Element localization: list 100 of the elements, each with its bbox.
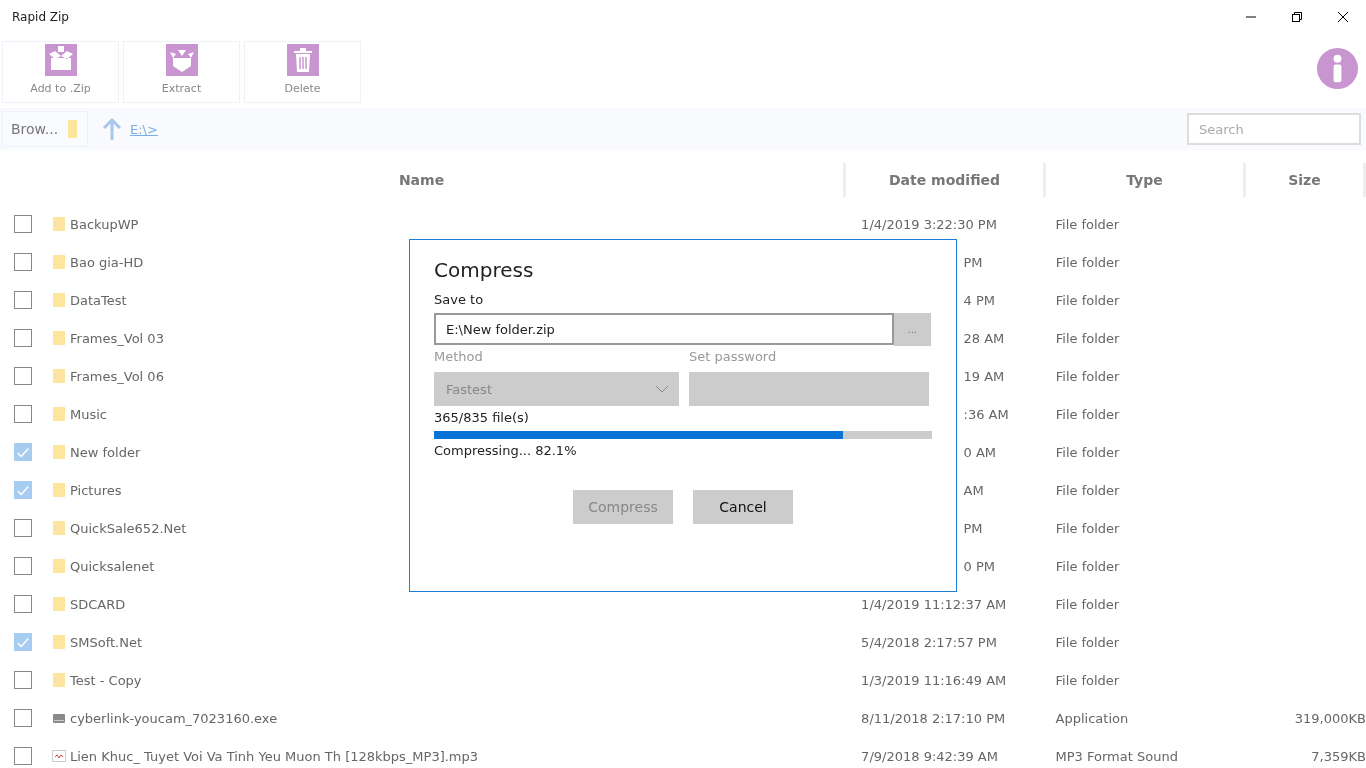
checkbox[interactable]: [14, 405, 32, 423]
toolbar-button[interactable]: Extract: [123, 41, 240, 103]
date-cell: 1/4/2019 3:22:30 PM: [861, 216, 997, 232]
file-name[interactable]: Quicksalenet: [70, 558, 155, 574]
size-cell: 7,359KB: [1311, 748, 1366, 764]
folder-icon: [52, 558, 66, 574]
checkbox[interactable]: [14, 481, 32, 499]
open-box-icon: [165, 44, 198, 76]
checkbox[interactable]: [14, 253, 32, 271]
checkbox[interactable]: [14, 519, 32, 537]
date-cell: 1/4/2019 11:12:37 AM: [861, 596, 1007, 612]
checkbox[interactable]: [14, 747, 32, 765]
type-cell: File folder: [1055, 482, 1120, 498]
file-name[interactable]: Frames_Vol 03: [70, 330, 164, 346]
trash-icon: [286, 44, 319, 76]
type-cell: Application: [1055, 710, 1129, 726]
file-name[interactable]: Pictures: [70, 482, 122, 498]
date-cell: AM: [963, 482, 984, 498]
file-name[interactable]: New folder: [70, 444, 141, 460]
date-cell: 0 PM: [963, 558, 995, 574]
password-field[interactable]: [689, 372, 929, 406]
date-cell: PM: [963, 254, 983, 270]
checkbox[interactable]: [14, 709, 32, 727]
field-label: Set password: [689, 349, 778, 364]
type-cell: File folder: [1055, 634, 1120, 650]
file-name[interactable]: Lien Khuc_ Tuyet Voi Va Tinh Yeu Muon Th [128kbps_MP3].mp3: [70, 748, 479, 764]
checkbox[interactable]: [14, 367, 32, 385]
folder-icon: [52, 482, 66, 498]
folder-icon: [52, 368, 66, 384]
column-header[interactable]: Type: [1046, 163, 1246, 197]
window-title: Rapid Zip: [12, 10, 69, 24]
file-name[interactable]: Music: [70, 406, 107, 422]
type-cell: File folder: [1055, 596, 1120, 612]
file-name[interactable]: SMSoft.Net: [70, 634, 143, 650]
column-header[interactable]: Date modified: [846, 163, 1046, 197]
save-path-field[interactable]: E:\New folder.zip: [434, 313, 894, 345]
file-name[interactable]: cyberlink-youcam_7023160.exe: [70, 710, 278, 726]
browse-button[interactable]: Brow...: [2, 111, 88, 147]
field-label: Save to: [434, 292, 485, 307]
date-cell: :36 AM: [963, 406, 1009, 422]
checkbox[interactable]: [14, 557, 32, 575]
file-name[interactable]: Frames_Vol 06: [70, 368, 164, 384]
folder-icon: [52, 254, 66, 270]
checkbox[interactable]: [14, 329, 32, 347]
folder-icon: [68, 120, 78, 138]
date-cell: 4 PM: [963, 292, 995, 308]
checkbox[interactable]: [14, 291, 32, 309]
checkbox[interactable]: [14, 633, 32, 651]
date-cell: 5/4/2018 2:17:57 PM: [861, 634, 997, 650]
size-cell: 319,000KB: [1294, 710, 1366, 726]
type-cell: File folder: [1055, 368, 1120, 384]
column-header[interactable]: Name: [0, 163, 846, 197]
type-cell: File folder: [1055, 292, 1120, 308]
date-cell: 0 AM: [963, 444, 997, 460]
folder-icon: [52, 596, 66, 612]
date-cell: PM: [963, 520, 983, 536]
box-icon: [44, 44, 77, 76]
toolbar-button[interactable]: Add to .Zip: [2, 41, 119, 103]
file-name[interactable]: Test - Copy: [70, 672, 142, 688]
close-icon[interactable]: [1337, 11, 1349, 23]
date-cell: 28 AM: [963, 330, 1005, 346]
file-count: 365/835 file(s): [434, 410, 530, 425]
type-cell: File folder: [1055, 444, 1120, 460]
search-field[interactable]: Search: [1187, 113, 1361, 145]
type-cell: MP3 Format Sound: [1055, 748, 1178, 764]
folder-icon: [52, 330, 66, 346]
file-name[interactable]: DataTest: [70, 292, 127, 308]
dialog-button[interactable]: Cancel: [693, 490, 793, 524]
date-cell: 1/3/2019 11:16:49 AM: [861, 672, 1007, 688]
file-name[interactable]: QuickSale652.Net: [70, 520, 187, 536]
type-cell: File folder: [1055, 520, 1120, 536]
checkbox[interactable]: [14, 671, 32, 689]
type-cell: File folder: [1055, 406, 1120, 422]
info-icon[interactable]: [1316, 47, 1359, 90]
chevron-down-icon: [655, 385, 669, 393]
type-cell: File folder: [1055, 254, 1120, 270]
folder-icon: [52, 672, 66, 688]
file-name[interactable]: BackupWP: [70, 216, 139, 232]
dialog-title: Compress: [434, 258, 535, 282]
checkbox[interactable]: [14, 443, 32, 461]
toolbar-button[interactable]: Delete: [244, 41, 361, 103]
file-name[interactable]: Bao gia-HD: [70, 254, 144, 270]
folder-icon: [52, 444, 66, 460]
type-cell: File folder: [1055, 216, 1120, 232]
folder-icon: [52, 520, 66, 536]
type-cell: File folder: [1055, 558, 1120, 574]
field-label: Method: [434, 349, 484, 364]
date-cell: 8/11/2018 2:17:10 PM: [861, 710, 1006, 726]
folder-icon: [52, 406, 66, 422]
checkbox[interactable]: [14, 595, 32, 613]
column-header[interactable]: Size: [1246, 163, 1366, 197]
audio-file-icon: [52, 748, 66, 764]
progress-status: Compressing... 82.1%: [434, 443, 578, 458]
checkbox[interactable]: [14, 215, 32, 233]
date-cell: 19 AM: [963, 368, 1005, 384]
restore-icon[interactable]: [1291, 11, 1303, 23]
folder-icon: [52, 292, 66, 308]
file-name[interactable]: SDCARD: [70, 596, 126, 612]
type-cell: File folder: [1055, 330, 1120, 346]
folder-icon: [52, 634, 66, 650]
